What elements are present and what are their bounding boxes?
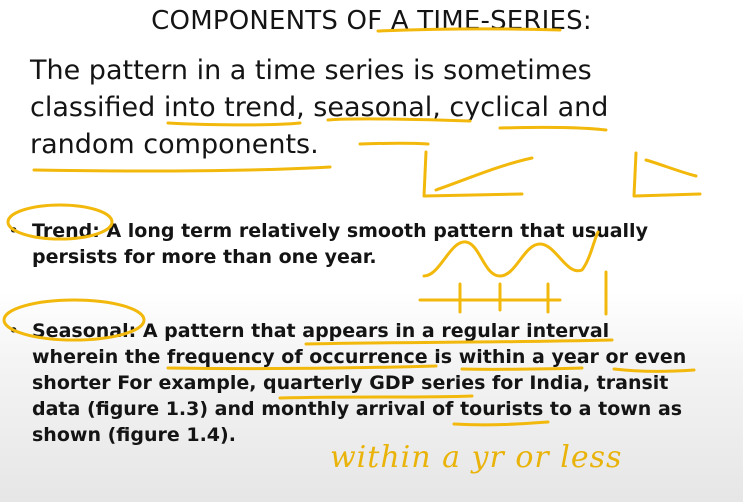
bullet-line: shown (figure 1.4). bbox=[32, 424, 236, 446]
slide: COMPONENTS OF A TIME-SERIES: The pattern… bbox=[0, 0, 743, 502]
bullet-marker: • bbox=[8, 220, 20, 242]
bullet-marker: • bbox=[8, 320, 20, 342]
bullet-line: persists for more than one year. bbox=[32, 246, 377, 268]
bullet-line: Trend: A long term relatively smooth pat… bbox=[32, 220, 648, 242]
bullet-line: data (figure 1.3) and monthly arrival of… bbox=[32, 398, 683, 420]
bullet-line: wherein the frequency of occurrence is w… bbox=[32, 346, 687, 368]
slide-title: COMPONENTS OF A TIME-SERIES: bbox=[151, 6, 592, 36]
bullet-text: Trend: A long term relatively smooth pat… bbox=[32, 218, 728, 270]
intro-paragraph: The pattern in a time series is sometime… bbox=[30, 52, 730, 163]
intro-line: The pattern in a time series is sometime… bbox=[30, 55, 592, 86]
intro-line: classified into trend, seasonal, cyclica… bbox=[30, 92, 609, 123]
bullet-line: shorter For example, quarterly GDP serie… bbox=[32, 372, 669, 394]
handwritten-note: within a yr or less bbox=[330, 440, 623, 475]
bullet-line: Seasonal: A pattern that appears in a re… bbox=[32, 320, 610, 342]
bullet-seasonal: • Seasonal: A pattern that appears in a … bbox=[8, 318, 728, 448]
ink-underline-random bbox=[32, 165, 332, 173]
bullet-text: Seasonal: A pattern that appears in a re… bbox=[32, 318, 728, 448]
bullet-trend: • Trend: A long term relatively smooth p… bbox=[8, 218, 728, 270]
intro-line: random components. bbox=[30, 129, 319, 160]
